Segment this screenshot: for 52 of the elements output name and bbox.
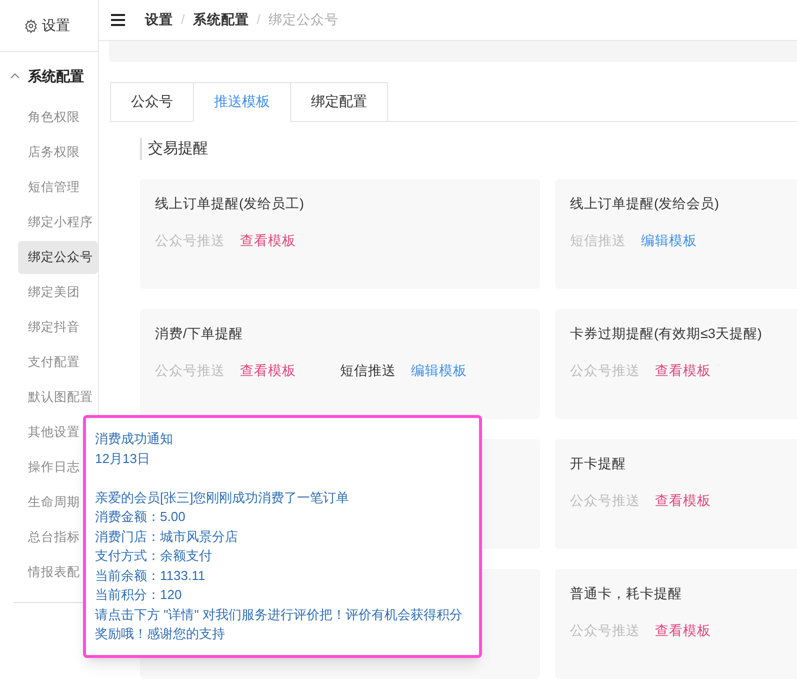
sidebar-item[interactable]: 店务权限	[18, 136, 98, 169]
settings-icon	[24, 18, 38, 32]
preview-date: 12月13日	[95, 450, 151, 468]
sidebar-header: 设置	[42, 16, 70, 35]
channel-label: 公众号推送	[570, 362, 640, 380]
sidebar-item[interactable]: 默认图配置	[18, 381, 98, 414]
sidebar-item[interactable]: 绑定抖音	[18, 311, 98, 344]
card-title: 普通卡，耗卡提醒	[570, 585, 683, 603]
breadcrumb-separator: /	[181, 10, 185, 29]
channel-label: 短信推送	[340, 362, 396, 380]
breadcrumb-item: 绑定公众号	[268, 10, 339, 29]
preview-line: 请点击下方 "详情" 对我们服务进行评价把！评价有机会获得积分奖励哦！感谢您的支持	[95, 606, 464, 643]
template-link[interactable]: 编辑模板	[641, 231, 697, 252]
sidebar-item[interactable]: 支付配置	[18, 346, 98, 379]
card-title: 开卡提醒	[570, 455, 627, 473]
channel-label: 公众号推送	[155, 362, 225, 380]
breadcrumb-item[interactable]: 系统配置	[192, 10, 249, 30]
sidebar-item[interactable]: 绑定小程序	[18, 206, 98, 239]
card-title: 消费/下单提醒	[155, 325, 244, 343]
preview-line: 支付方式：余额支付	[95, 547, 213, 565]
template-link[interactable]: 查看模板	[240, 361, 296, 382]
channel-label: 公众号推送	[570, 492, 640, 510]
chevron-icon	[10, 71, 20, 81]
template-link[interactable]: 查看模板	[655, 361, 711, 382]
card-title: 卡券过期提醒(有效期≤3天提醒)	[570, 325, 763, 343]
preview-title: 消费成功通知	[95, 430, 174, 448]
sidebar-item[interactable]: 绑定美团	[18, 276, 98, 309]
sidebar-item[interactable]: 短信管理	[18, 171, 98, 204]
template-link[interactable]: 查看模板	[240, 231, 296, 252]
channel-label: 公众号推送	[155, 232, 225, 250]
tab[interactable]: 公众号	[110, 82, 194, 122]
sidebar-item[interactable]: 绑定公众号	[18, 241, 98, 274]
preview-line: 消费金额：5.00	[95, 508, 186, 526]
card-title: 线上订单提醒(发给会员)	[570, 195, 720, 213]
tab[interactable]: 推送模板	[193, 82, 291, 122]
sidebar-item[interactable]: 角色权限	[18, 101, 98, 134]
tab[interactable]: 绑定配置	[290, 82, 388, 122]
menu-icon[interactable]	[111, 14, 125, 26]
template-link[interactable]: 查看模板	[655, 621, 711, 642]
breadcrumb-item[interactable]: 设置	[145, 10, 173, 30]
preview-line: 当前积分：120	[95, 586, 183, 604]
template-link[interactable]: 编辑模板	[411, 361, 467, 382]
preview-line: 亲爱的会员[张三]您刚刚成功消费了一笔订单	[95, 488, 350, 507]
card-title: 线上订单提醒(发给员工)	[155, 195, 305, 213]
template-link[interactable]: 查看模板	[655, 491, 711, 512]
channel-label: 公众号推送	[570, 622, 640, 640]
breadcrumb-separator: /	[256, 10, 261, 29]
preview-line: 当前余额：1133.11	[95, 566, 206, 584]
preview-line: 消费门店：城市风景分店	[95, 528, 239, 546]
menu-group[interactable]: 系统配置	[0, 52, 98, 100]
channel-label: 短信推送	[570, 232, 626, 250]
section-title: 交易提醒	[148, 138, 208, 158]
